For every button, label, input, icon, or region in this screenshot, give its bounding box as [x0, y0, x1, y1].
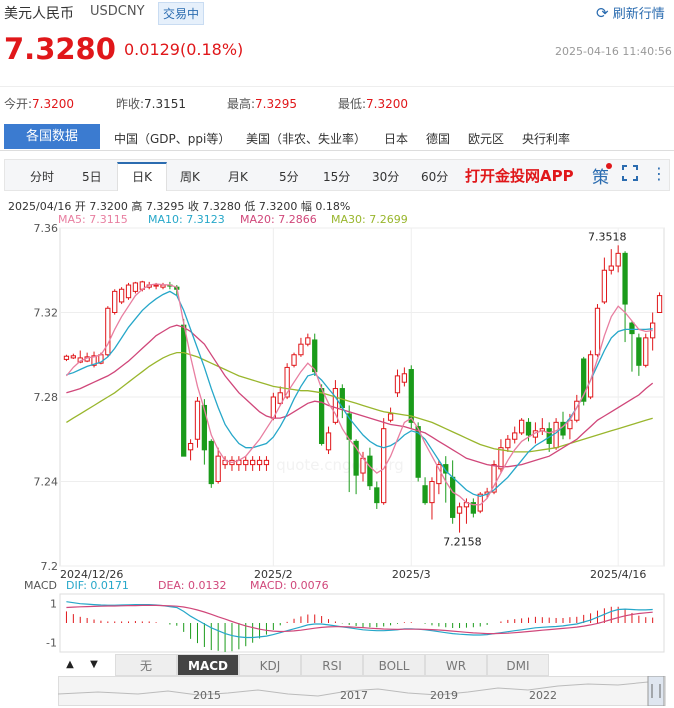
candle-body: [194, 400, 201, 440]
candle-body: [525, 421, 532, 436]
candle-body: [498, 447, 504, 470]
candle-body: [394, 375, 401, 394]
y-tick-label: 7.32: [34, 307, 59, 320]
navigator-year-label: 2019: [430, 689, 458, 702]
candle-body: [505, 438, 511, 449]
navigator-year-label: 2017: [340, 689, 368, 702]
candle-body: [325, 432, 332, 451]
candle-body: [615, 252, 621, 267]
candle-body: [181, 324, 187, 457]
candle-body: [450, 476, 456, 518]
candle-body: [291, 354, 297, 366]
candle-body: [594, 307, 601, 356]
candle-body: [422, 485, 428, 504]
indicator-tab-wr[interactable]: WR: [425, 654, 487, 676]
scroll-up-button[interactable]: ▲: [60, 654, 80, 676]
candle-body: [622, 252, 628, 305]
y-tick-label: 7.24: [34, 476, 59, 489]
indicator-tab-kdj[interactable]: KDJ: [239, 654, 301, 676]
macd-title: MACD: [24, 579, 57, 592]
indicator-tab-none[interactable]: 无: [115, 654, 177, 676]
candle-body: [208, 440, 214, 485]
ma30-line: [66, 351, 653, 453]
candle-body: [429, 481, 435, 504]
candle-body: [243, 459, 249, 466]
macd-y-tick-label: 1: [50, 598, 57, 611]
candle-body: [263, 459, 270, 466]
candle-body: [656, 295, 663, 314]
quote-page: 美元人民币 USDCNY 交易中 ⟳ 刷新行情 7.3280 0.0129(0.…: [0, 0, 674, 708]
extreme-value-label: 7.2158: [443, 536, 482, 549]
macd-plot-frame: [59, 593, 665, 653]
candle-body: [153, 284, 159, 287]
y-tick-label: 7.2: [41, 560, 59, 573]
candle-body: [367, 455, 373, 487]
candle-body: [318, 388, 325, 444]
candle-body: [629, 322, 635, 335]
candle-body: [160, 284, 166, 288]
extreme-value-label: 7.3518: [588, 230, 627, 243]
candle-body: [118, 288, 125, 303]
candle-body: [518, 419, 525, 434]
candle-body: [643, 337, 649, 366]
candle-body: [132, 282, 139, 292]
candle-body: [408, 369, 414, 423]
candle-body: [112, 290, 118, 313]
candle-body: [312, 339, 318, 373]
indicator-tab-rsi[interactable]: RSI: [301, 654, 363, 676]
candle-body: [201, 404, 208, 451]
indicator-tab-dmi[interactable]: DMI: [487, 654, 549, 676]
candle-body: [374, 487, 380, 504]
candle-body: [305, 337, 311, 345]
y-tick-label: 7.28: [34, 391, 59, 404]
scroll-down-button[interactable]: ▼: [84, 654, 104, 676]
candlestick-chart[interactable]: 7.367.327.287.247.22024/12/26 2025/2 2025/…: [0, 0, 674, 708]
x-tick-label: 2025/3: [392, 568, 431, 581]
x-tick-label: 2025/4/16: [590, 568, 646, 581]
macd-y-tick-label: -1: [46, 636, 57, 649]
macd-value-legend: MACD: 0.0076: [250, 579, 329, 592]
candle-body: [70, 355, 76, 359]
candle-body: [456, 506, 463, 514]
candle-body: [553, 421, 559, 449]
candle-body: [215, 455, 221, 482]
indicator-tab-macd[interactable]: MACD: [177, 654, 239, 676]
candle-body: [63, 355, 70, 360]
macd-dif-line: [66, 601, 653, 639]
candle-body: [512, 432, 518, 440]
candle-body: [250, 459, 256, 466]
macd-dif-legend: DIF: 0.0171: [66, 579, 129, 592]
y-tick-label: 7.36: [34, 222, 59, 235]
navigator-year-label: 2015: [193, 689, 221, 702]
candle-body: [608, 265, 614, 271]
navigator-year-label: 2022: [529, 689, 557, 702]
macd-dea-legend: DEA: 0.0132: [158, 579, 227, 592]
candle-body: [125, 284, 132, 299]
candle-body: [636, 337, 642, 366]
candle-body: [401, 373, 408, 383]
candle-body: [601, 269, 608, 303]
indicator-tab-boll[interactable]: BOLL: [363, 654, 425, 676]
candle-body: [105, 307, 111, 356]
candle-body: [387, 413, 394, 421]
candle-body: [256, 459, 263, 466]
candle-body: [298, 343, 304, 356]
candle-body: [187, 442, 194, 451]
